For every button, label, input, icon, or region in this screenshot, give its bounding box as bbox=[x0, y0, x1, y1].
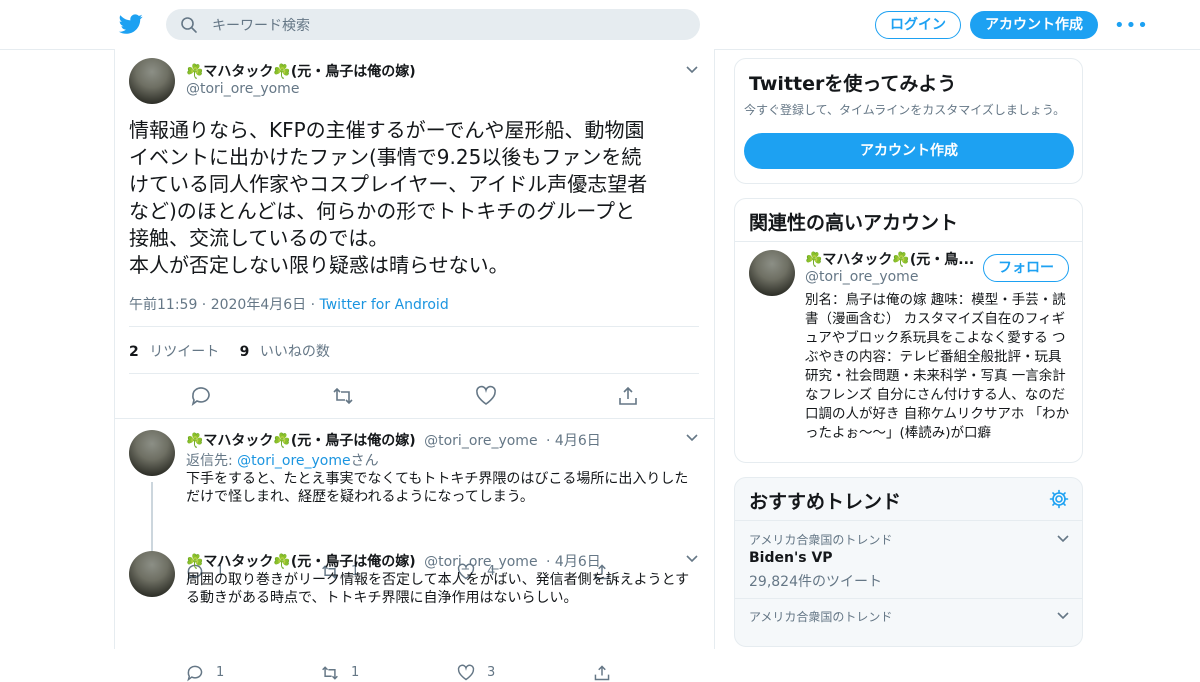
related-account-bio: 別名：鳥子は俺の嫁 趣味：模型・手芸・読書（漫画含む） カスタマイズ自在のフィギ… bbox=[805, 292, 1070, 441]
share-icon[interactable] bbox=[617, 385, 639, 407]
tweet-time[interactable]: 午前11:59 · 2020年4月6日 · bbox=[129, 297, 320, 313]
retweet-label[interactable]: リツイート bbox=[149, 344, 219, 360]
gear-icon[interactable] bbox=[1049, 489, 1069, 509]
signup-card: Twitterを使ってみよう 今すぐ登録して、タイムラインをカスタマイズしましょ… bbox=[734, 58, 1083, 184]
reply-to-suffix: さん bbox=[350, 453, 379, 469]
top-bar: キーワード検索 ログイン アカウント作成 ••• bbox=[0, 0, 1200, 50]
tweet-actions bbox=[115, 385, 714, 409]
divider bbox=[129, 373, 699, 374]
related-accounts-card: 関連性の高いアカウント ☘️マハタック☘️(元・鳥... @tori_ore_y… bbox=[734, 198, 1083, 463]
avatar[interactable] bbox=[129, 551, 175, 597]
share-icon bbox=[594, 665, 610, 681]
separator bbox=[115, 418, 714, 419]
reply-icon[interactable] bbox=[190, 385, 212, 407]
author-name[interactable]: ☘️マハタック☘️(元・鳥子は俺の嫁) bbox=[186, 61, 416, 81]
author-handle[interactable]: @tori_ore_yome bbox=[424, 433, 537, 449]
retweet-count[interactable]: 2 bbox=[129, 344, 139, 360]
chevron-down-icon[interactable] bbox=[685, 65, 699, 75]
related-account-name[interactable]: ☘️マハタック☘️(元・鳥... bbox=[805, 249, 974, 269]
divider bbox=[735, 598, 1082, 599]
trend-count: 29,824件のツイート bbox=[749, 574, 882, 590]
search-bar[interactable]: キーワード検索 bbox=[166, 9, 700, 40]
reply-text: 周囲の取り巻きがリーク情報を否定して本人をかばい、発信者側を訴えようとす る動き… bbox=[186, 572, 690, 606]
tweet-text: 情報通りなら、KFPの主催するがーでんや屋形船、動物園 イベントに出かけたファン… bbox=[129, 118, 648, 277]
retweet-icon bbox=[322, 666, 338, 680]
tweet-meta: 午前11:59 · 2020年4月6日 · Twitter for Androi… bbox=[129, 294, 449, 314]
like-icon bbox=[457, 664, 475, 681]
trend-name[interactable]: Biden's VP bbox=[749, 550, 833, 566]
reply-header: ☘️マハタック☘️(元・鳥子は俺の嫁) @tori_ore_yome · 4月6… bbox=[186, 551, 601, 571]
chevron-down-icon[interactable] bbox=[685, 554, 699, 564]
reply-tweet[interactable]: ☘️マハタック☘️(元・鳥子は俺の嫁) @tori_ore_yome · 4月6… bbox=[115, 430, 714, 581]
reply-to-prefix: 返信先: bbox=[186, 453, 238, 469]
follow-button[interactable]: フォロー bbox=[983, 254, 1069, 282]
chevron-down-icon[interactable] bbox=[1056, 611, 1070, 621]
reply-header: ☘️マハタック☘️(元・鳥子は俺の嫁) @tori_ore_yome · 4月6… bbox=[186, 430, 601, 450]
signup-button[interactable]: アカウント作成 bbox=[970, 11, 1098, 39]
more-options-icon[interactable]: ••• bbox=[1114, 15, 1149, 36]
related-account-handle[interactable]: @tori_ore_yome bbox=[805, 269, 918, 285]
like-count[interactable]: 9 bbox=[240, 344, 250, 360]
avatar[interactable] bbox=[129, 58, 175, 104]
divider bbox=[735, 241, 1082, 242]
avatar[interactable] bbox=[129, 430, 175, 476]
tweet-source-link[interactable]: Twitter for Android bbox=[320, 297, 449, 313]
signup-card-title: Twitterを使ってみよう bbox=[749, 73, 957, 95]
signup-card-button[interactable]: アカウント作成 bbox=[744, 133, 1074, 169]
search-icon bbox=[181, 17, 197, 33]
main-column: ☘️マハタック☘️(元・鳥子は俺の嫁) @tori_ore_yome 情報通りな… bbox=[114, 49, 715, 682]
tweet-date[interactable]: · 4月6日 bbox=[546, 433, 601, 449]
reply-icon bbox=[187, 665, 203, 682]
like-icon[interactable] bbox=[475, 385, 497, 407]
author-name[interactable]: ☘️マハタック☘️(元・鳥子は俺の嫁) bbox=[186, 433, 416, 449]
author-handle[interactable]: @tori_ore_yome bbox=[186, 81, 299, 97]
reply-to-link[interactable]: @tori_ore_yome bbox=[237, 453, 350, 469]
trend-category: アメリカ合衆国のトレンド bbox=[749, 610, 893, 624]
divider bbox=[735, 520, 1082, 521]
retweet-icon[interactable] bbox=[332, 385, 354, 407]
tweet-stats: 2 リツイート 9 いいねの数 bbox=[129, 341, 330, 361]
author-name[interactable]: ☘️マハタック☘️(元・鳥子は俺の嫁) bbox=[186, 554, 416, 570]
trends-title: おすすめトレンド bbox=[749, 491, 902, 513]
reply-tweet[interactable]: ☘️マハタック☘️(元・鳥子は俺の嫁) @tori_ore_yome · 4月6… bbox=[115, 551, 714, 682]
reply-text: 下手をすると、たとえ事実でなくてもトトキチ界隈のはびこる場所に出入りした だけで… bbox=[186, 471, 689, 505]
login-button[interactable]: ログイン bbox=[875, 11, 961, 39]
divider bbox=[129, 326, 699, 327]
search-input[interactable]: キーワード検索 bbox=[212, 15, 310, 35]
chevron-down-icon[interactable] bbox=[1056, 534, 1070, 544]
like-label[interactable]: いいねの数 bbox=[260, 344, 330, 360]
avatar[interactable] bbox=[749, 250, 795, 296]
signup-card-subtitle: 今すぐ登録して、タイムラインをカスタマイズしましょう。 bbox=[744, 103, 1066, 117]
twitter-bird-icon[interactable] bbox=[118, 12, 144, 36]
related-title: 関連性の高いアカウント bbox=[749, 212, 959, 234]
chevron-down-icon[interactable] bbox=[685, 433, 699, 443]
tweet-date[interactable]: · 4月6日 bbox=[546, 554, 601, 570]
author-handle[interactable]: @tori_ore_yome bbox=[424, 554, 537, 570]
like-count: 3 bbox=[487, 665, 496, 680]
reply-count: 1 bbox=[216, 665, 225, 680]
trend-category: アメリカ合衆国のトレンド bbox=[749, 533, 893, 547]
trends-card: おすすめトレンド アメリカ合衆国のトレンド Biden's VP 29,824件… bbox=[734, 477, 1083, 647]
reply-to: 返信先: @tori_ore_yomeさん bbox=[186, 450, 379, 470]
retweet-count: 1 bbox=[351, 665, 360, 680]
thread-line bbox=[151, 482, 153, 554]
